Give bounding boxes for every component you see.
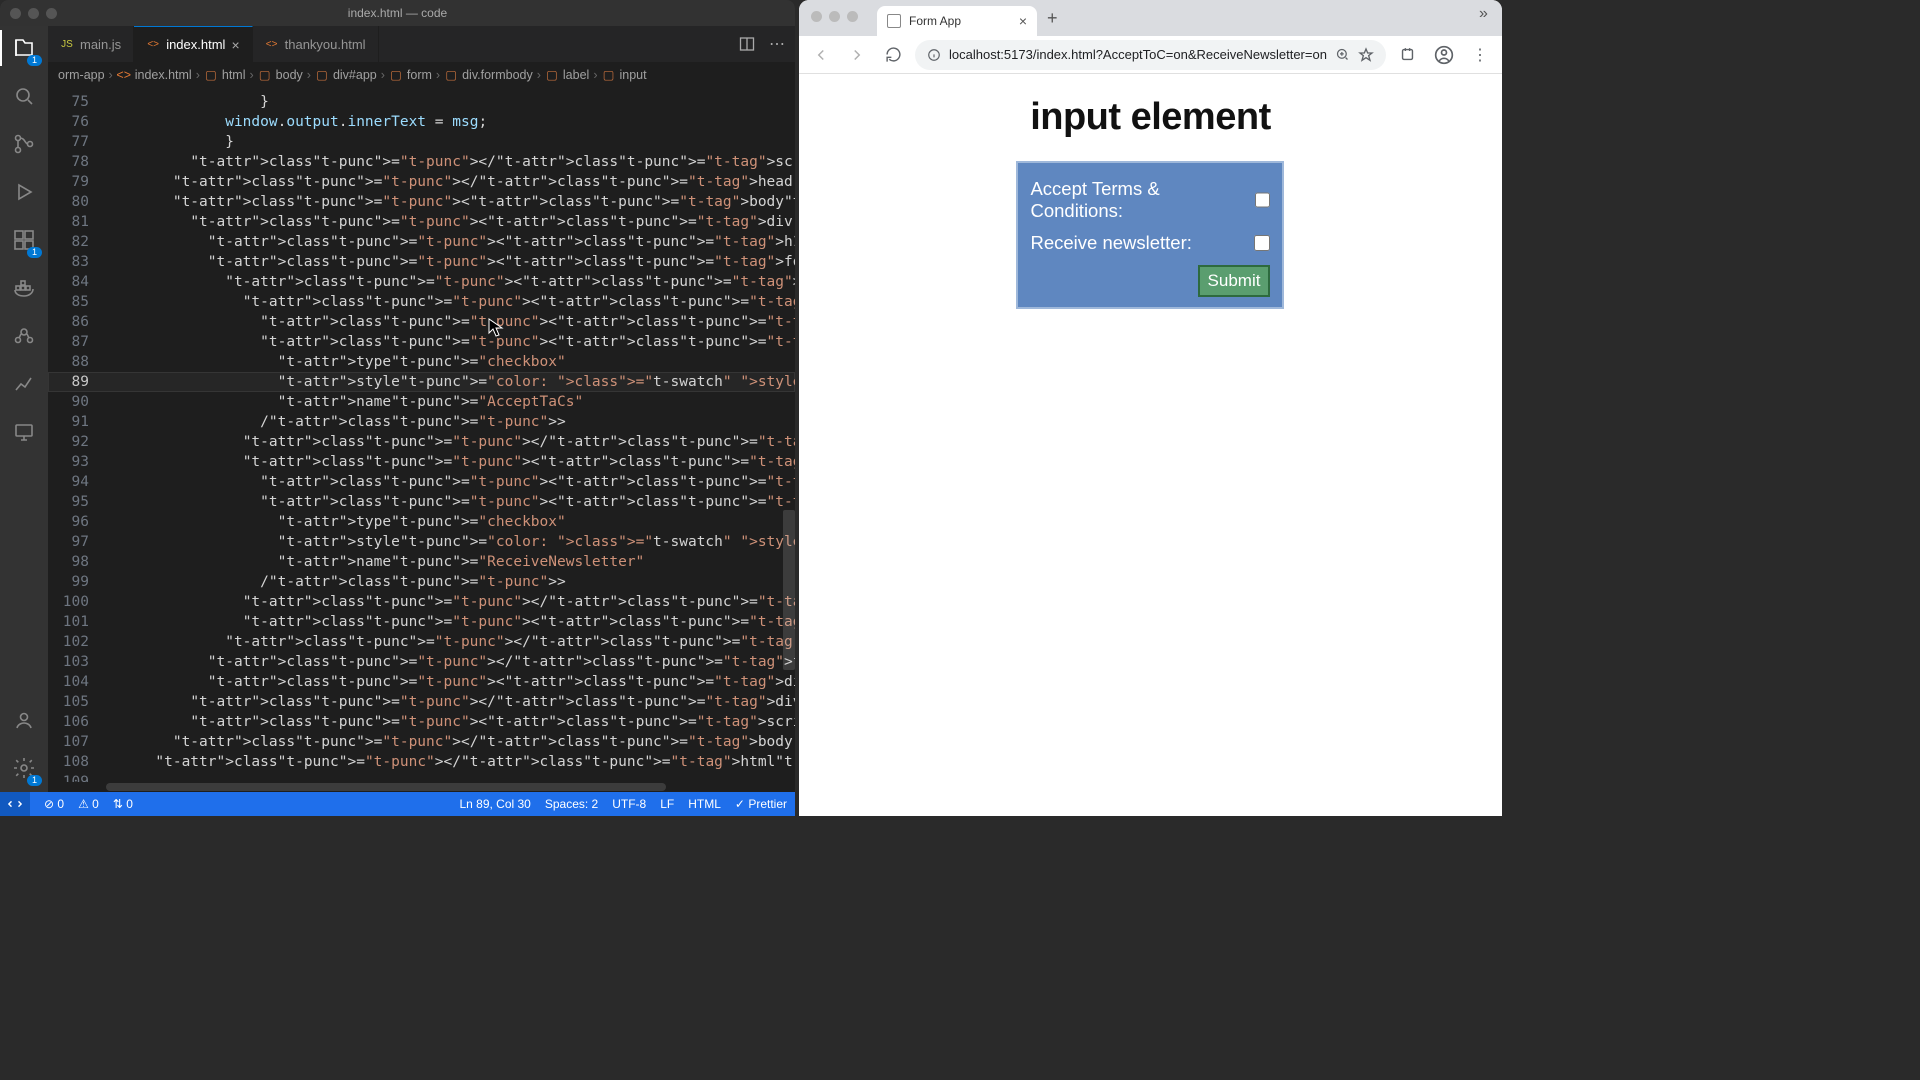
tab-mainjs[interactable]: JS main.js xyxy=(48,26,134,62)
account-icon[interactable] xyxy=(10,706,38,734)
form-row-accept[interactable]: Accept Terms & Conditions: xyxy=(1030,173,1270,227)
tab-title: Form App xyxy=(909,14,961,28)
tab-indexhtml[interactable]: <> index.html × xyxy=(134,26,252,62)
more-actions-icon[interactable]: ⋯ xyxy=(769,34,785,54)
bc-item[interactable]: form xyxy=(407,68,432,82)
search-icon[interactable] xyxy=(10,82,38,110)
breadcrumbs[interactable]: orm-app› <>index.html› ▢html› ▢body› ▢di… xyxy=(48,62,795,88)
extensions-icon[interactable] xyxy=(1394,41,1422,69)
element-icon: ▢ xyxy=(389,68,403,82)
zoom-icon[interactable] xyxy=(1335,47,1350,62)
split-editor-icon[interactable] xyxy=(739,36,755,52)
editor-tabs: JS main.js <> index.html × <> thankyou.h… xyxy=(48,26,795,62)
bc-item[interactable]: div.formbody xyxy=(462,68,533,82)
tab-thankyouhtml[interactable]: <> thankyou.html xyxy=(253,26,379,62)
element-icon: ▢ xyxy=(545,68,559,82)
element-icon: ▢ xyxy=(204,68,218,82)
explorer-badge: 1 xyxy=(27,55,42,66)
extensions-badge: 1 xyxy=(27,247,42,258)
forward-button[interactable] xyxy=(843,41,871,69)
bc-item[interactable]: html xyxy=(222,68,246,82)
element-icon: ▢ xyxy=(444,68,458,82)
html-file-icon: <> xyxy=(117,68,131,82)
url-text: localhost:5173/index.html?AcceptToC=on&R… xyxy=(949,47,1327,62)
live-share-icon[interactable] xyxy=(10,322,38,350)
window-title: index.html — code xyxy=(348,6,447,20)
extensions-icon[interactable]: 1 xyxy=(10,226,38,254)
editor-area: JS main.js <> index.html × <> thankyou.h… xyxy=(48,26,795,792)
close-icon[interactable]: × xyxy=(231,37,239,53)
status-language[interactable]: HTML xyxy=(688,797,721,811)
browser-window: Form App × + » localhost:5173/index.html… xyxy=(799,0,1502,816)
page-content: input element Accept Terms & Conditions:… xyxy=(799,74,1502,816)
activity-bar: 1 1 1 xyxy=(0,26,48,792)
status-lncol[interactable]: Ln 89, Col 30 xyxy=(459,797,530,811)
tab-label: main.js xyxy=(80,37,121,52)
code-editor[interactable]: 7576777879808182838485868788899091929394… xyxy=(48,88,795,782)
address-bar[interactable]: localhost:5173/index.html?AcceptToC=on&R… xyxy=(915,40,1386,70)
form-row-newsletter[interactable]: Receive newsletter: xyxy=(1030,227,1270,259)
tab-label: index.html xyxy=(166,37,225,52)
new-tab-button[interactable]: + xyxy=(1037,8,1068,29)
vscode-window: index.html — code 1 1 1 xyxy=(0,0,795,816)
html-file-icon: <> xyxy=(146,38,160,52)
docker-icon[interactable] xyxy=(10,274,38,302)
status-warnings[interactable]: ⚠ 0 xyxy=(78,797,99,811)
browser-tabstrip: Form App × + » xyxy=(799,0,1502,36)
bc-item[interactable]: orm-app xyxy=(58,68,105,82)
browser-tab[interactable]: Form App × xyxy=(877,6,1037,36)
window-traffic-lights[interactable] xyxy=(811,11,858,22)
status-prettier[interactable]: ✓ Prettier xyxy=(735,797,787,811)
favicon-icon xyxy=(887,14,901,28)
remote-indicator[interactable] xyxy=(0,792,30,816)
element-icon: ▢ xyxy=(258,68,272,82)
window-traffic-lights[interactable] xyxy=(10,8,57,19)
status-bar: ⊘ 0 ⚠ 0 ⇅ 0 Ln 89, Col 30 Spaces: 2 UTF-… xyxy=(0,792,795,816)
explorer-icon[interactable]: 1 xyxy=(10,34,38,62)
close-icon[interactable]: × xyxy=(1019,13,1027,29)
bc-item[interactable]: label xyxy=(563,68,589,82)
tab-overflow-icon[interactable]: » xyxy=(1479,5,1490,23)
tab-label: thankyou.html xyxy=(285,37,366,52)
form-label: Receive newsletter: xyxy=(1030,232,1191,254)
bc-item[interactable]: input xyxy=(620,68,647,82)
bc-item[interactable]: body xyxy=(276,68,303,82)
source-control-icon[interactable] xyxy=(10,130,38,158)
site-info-icon[interactable] xyxy=(927,48,941,62)
newsletter-checkbox[interactable] xyxy=(1254,235,1270,251)
settings-gear-icon[interactable]: 1 xyxy=(10,754,38,782)
back-button[interactable] xyxy=(807,41,835,69)
accept-checkbox[interactable] xyxy=(1255,192,1271,208)
run-debug-icon[interactable] xyxy=(10,178,38,206)
bc-item[interactable]: index.html xyxy=(135,68,192,82)
js-file-icon: JS xyxy=(60,37,74,51)
element-icon: ▢ xyxy=(315,68,329,82)
settings-badge: 1 xyxy=(27,775,42,786)
graph-icon[interactable] xyxy=(10,370,38,398)
form-label: Accept Terms & Conditions: xyxy=(1030,178,1254,222)
status-encoding[interactable]: UTF-8 xyxy=(612,797,646,811)
horizontal-scrollbar[interactable] xyxy=(48,782,795,792)
submit-button[interactable]: Submit xyxy=(1198,265,1271,297)
profile-icon[interactable] xyxy=(1430,41,1458,69)
bookmark-icon[interactable] xyxy=(1358,47,1374,63)
form-box: Accept Terms & Conditions: Receive newsl… xyxy=(1016,161,1284,309)
menu-icon[interactable]: ⋮ xyxy=(1466,41,1494,69)
remote-explorer-icon[interactable] xyxy=(10,418,38,446)
page-heading: input element xyxy=(1030,96,1271,139)
browser-toolbar: localhost:5173/index.html?AcceptToC=on&R… xyxy=(799,36,1502,74)
status-eol[interactable]: LF xyxy=(660,797,674,811)
status-ports[interactable]: ⇅ 0 xyxy=(113,797,133,811)
line-gutter: 7576777879808182838485868788899091929394… xyxy=(48,88,103,782)
element-icon: ▢ xyxy=(602,68,616,82)
reload-button[interactable] xyxy=(879,41,907,69)
html-file-icon: <> xyxy=(265,37,279,51)
scrollbar[interactable] xyxy=(781,150,795,758)
status-spaces[interactable]: Spaces: 2 xyxy=(545,797,598,811)
code-content[interactable]: } window.output.innerText = msg; } "t-at… xyxy=(103,88,795,782)
bc-item[interactable]: div#app xyxy=(333,68,377,82)
vscode-titlebar: index.html — code xyxy=(0,0,795,26)
status-errors[interactable]: ⊘ 0 xyxy=(44,797,64,811)
